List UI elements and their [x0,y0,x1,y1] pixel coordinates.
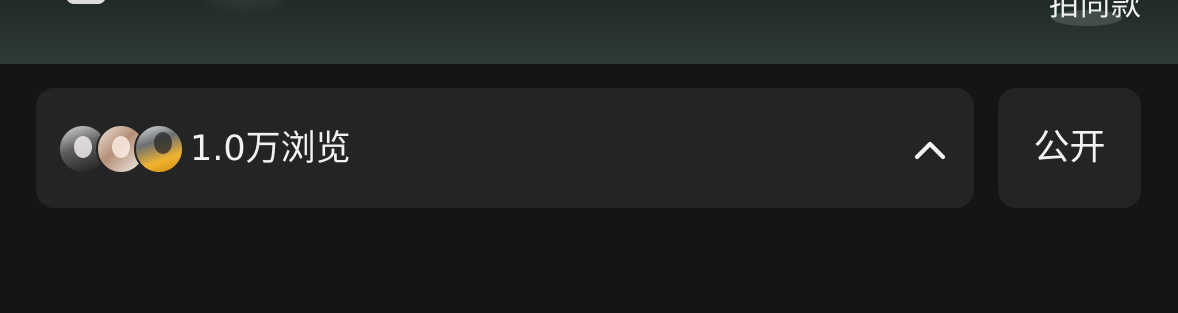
avatar [134,124,184,174]
viewer-avatars [58,124,184,174]
views-panel[interactable]: 1.0万浏览 [36,88,974,208]
chevron-up-icon[interactable] [908,128,952,172]
video-blur-shape [190,0,300,16]
brand-mark-icon [66,0,106,4]
video-top-area: 拍同款 [0,0,1178,64]
same-style-button[interactable]: 拍同款 [1049,0,1142,24]
visibility-label: 公开 [1033,127,1106,168]
view-count-label: 1.0万浏览 [190,129,351,169]
visibility-button[interactable]: 公开 [998,88,1141,208]
